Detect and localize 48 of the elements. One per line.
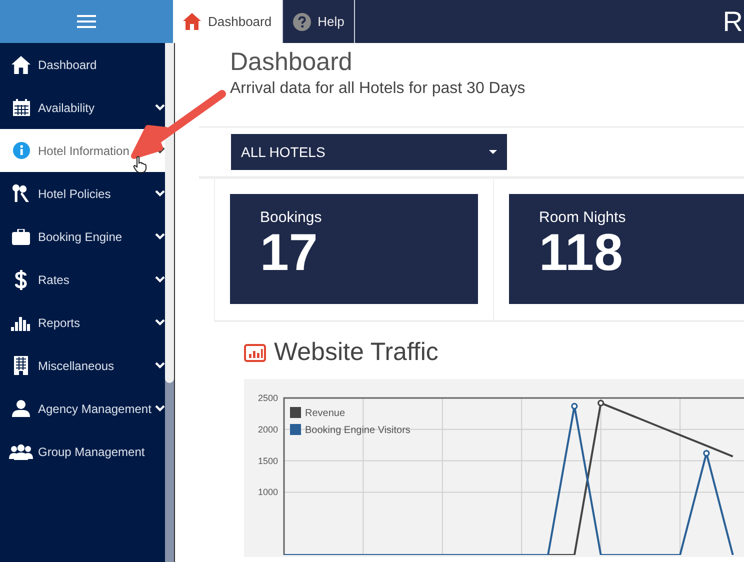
sidebar-item[interactable]: Availability bbox=[0, 86, 165, 129]
sidebar-item[interactable]: Rates bbox=[0, 258, 165, 301]
group-icon bbox=[9, 444, 33, 460]
info-icon bbox=[12, 142, 30, 159]
dollar-icon bbox=[15, 270, 27, 290]
y-axis-label: 2500 bbox=[258, 393, 278, 403]
sidebar-item[interactable]: Miscellaneous bbox=[0, 344, 165, 387]
page-subtitle: Arrival data for all Hotels for past 30 Days bbox=[230, 80, 526, 98]
help-icon bbox=[292, 12, 311, 30]
briefcase-icon bbox=[12, 228, 30, 244]
bar-chart-icon bbox=[11, 314, 31, 330]
section-title: Website Traffic bbox=[274, 338, 438, 367]
stat-value: 17 bbox=[260, 226, 318, 280]
stat-label: Room Nights bbox=[539, 209, 627, 226]
home-icon bbox=[11, 56, 31, 74]
building-icon bbox=[13, 356, 29, 375]
legend-label: Booking Engine Visitors bbox=[305, 425, 410, 436]
hotel-dropdown[interactable]: ALL HOTELS bbox=[230, 133, 508, 171]
sidebar-item[interactable]: Dashboard bbox=[0, 43, 165, 86]
brand-logo-text: R bbox=[722, 5, 744, 39]
person-icon bbox=[12, 400, 30, 417]
scrollbar-thumb[interactable] bbox=[165, 43, 174, 383]
stat-value: 118 bbox=[539, 226, 623, 280]
keys-icon bbox=[12, 184, 30, 203]
y-axis-label: 1500 bbox=[258, 456, 278, 466]
page-title: Dashboard bbox=[230, 48, 354, 77]
legend-swatch bbox=[290, 424, 301, 435]
sidebar-item[interactable]: Group Management bbox=[0, 430, 165, 473]
data-point bbox=[571, 402, 578, 410]
legend-label: Revenue bbox=[305, 408, 346, 419]
y-axis-label: 2000 bbox=[258, 424, 278, 434]
calendar-icon bbox=[12, 99, 30, 116]
data-point bbox=[703, 450, 710, 457]
nav-tab[interactable]: Dashboard bbox=[173, 0, 283, 43]
data-point bbox=[598, 400, 604, 406]
caret-icon bbox=[489, 150, 497, 154]
legend-swatch bbox=[290, 407, 301, 418]
sidebar-item[interactable]: Agency Management bbox=[0, 387, 165, 430]
bar-chart-icon bbox=[244, 344, 266, 362]
sidebar-item[interactable]: Reports bbox=[0, 301, 165, 344]
sidebar-item[interactable]: Booking Engine bbox=[0, 215, 165, 258]
y-axis-label: 1000 bbox=[258, 487, 278, 498]
hand-cursor-icon bbox=[133, 156, 147, 173]
home-icon bbox=[183, 13, 201, 30]
sidebar-item[interactable]: Hotel Policies bbox=[0, 172, 165, 215]
stat-label: Bookings bbox=[260, 209, 323, 226]
menu-icon[interactable] bbox=[77, 15, 96, 28]
scrollbar-track[interactable] bbox=[165, 43, 175, 562]
